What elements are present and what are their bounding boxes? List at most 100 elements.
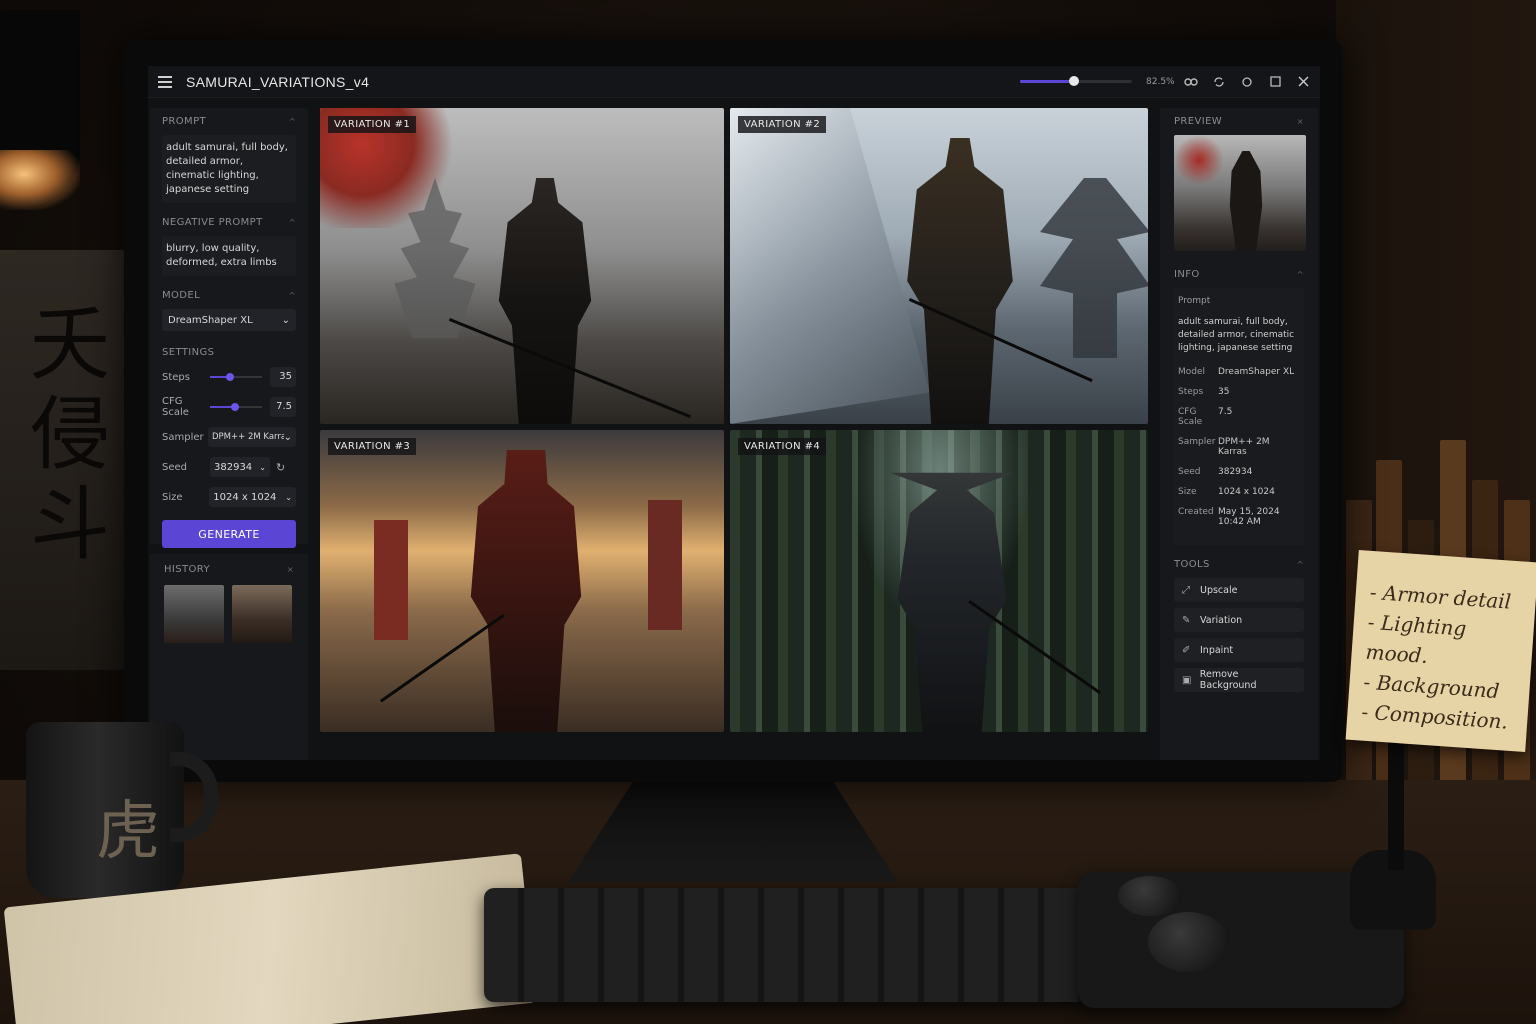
variation-icon: ✎ (1182, 614, 1191, 626)
remove-background-button[interactable]: ▣ Remove Background (1174, 668, 1304, 692)
variation-label: Variation (1200, 614, 1243, 626)
remove-background-label: Remove Background (1199, 669, 1257, 691)
size-row: Size 1024 x 1024 ⌄ (162, 486, 296, 508)
sampler-select-value: DPM++ 2M Karras (212, 432, 284, 442)
steps-value[interactable]: 35 (270, 367, 296, 387)
history-thumbnail[interactable] (232, 585, 292, 643)
chevron-down-icon: ⌄ (285, 492, 292, 502)
prompt-textarea[interactable]: adult samurai, full body, detailed armor… (162, 135, 296, 203)
restore-icon[interactable] (1240, 75, 1254, 89)
katana (968, 600, 1102, 695)
size-select[interactable]: 1024 x 1024 ⌄ (209, 487, 296, 507)
seed-input[interactable]: 382934 ⌄ (210, 457, 270, 477)
history-thumbnail[interactable] (164, 585, 224, 643)
prompt-section-head[interactable]: PROMPT ^ (162, 116, 296, 127)
variation-label: VARIATION #1 (328, 116, 417, 133)
cfg-value[interactable]: 7.5 (270, 397, 296, 417)
info-cfg-row: CFG Scale 7.5 (1178, 407, 1233, 427)
controller-knob (1118, 876, 1182, 916)
tools-section-head[interactable]: TOOLS ^ (1174, 559, 1304, 570)
cfg-slider-thumb[interactable] (231, 403, 239, 411)
negative-prompt-textarea[interactable]: blurry, low quality, deformed, extra lim… (162, 236, 296, 276)
close-icon[interactable]: × (287, 565, 294, 574)
sampler-label: Sampler (162, 431, 204, 443)
negative-prompt-section-head[interactable]: NEGATIVE PROMPT ^ (162, 217, 296, 228)
inpaint-button[interactable]: ✐ Inpaint (1174, 638, 1304, 662)
lamp-glow (0, 150, 80, 210)
collapse-icon[interactable]: ^ (1297, 560, 1304, 569)
randomize-seed-icon[interactable]: ↻ (276, 461, 285, 474)
close-icon[interactable] (1296, 75, 1310, 89)
size-label: Size (162, 491, 183, 503)
collapse-icon[interactable]: ^ (1297, 270, 1304, 279)
collapse-icon[interactable]: ^ (289, 218, 296, 227)
info-prompt-key: Prompt (1178, 296, 1211, 306)
cfg-row: CFG Scale 7.5 (162, 396, 296, 418)
link-icon[interactable] (1184, 75, 1198, 89)
prompt-heading: PROMPT (162, 116, 207, 127)
seed-label: Seed (162, 461, 187, 473)
info-sampler-row: Sampler DPM++ 2M Karras (1178, 437, 1270, 457)
variation-button[interactable]: ✎ Variation (1174, 608, 1304, 632)
variation-label: VARIATION #3 (328, 438, 417, 455)
model-select[interactable]: DreamShaper XL ⌄ (162, 309, 296, 331)
info-heading: INFO (1174, 269, 1200, 280)
steps-row: Steps 35 (162, 366, 296, 388)
seed-input-value: 382934 (214, 461, 253, 473)
zoom-slider-thumb[interactable] (1069, 76, 1079, 86)
zoom-slider[interactable] (1020, 76, 1132, 86)
collapse-icon[interactable]: ^ (289, 291, 296, 300)
remove-background-icon: ▣ (1182, 674, 1192, 686)
info-section-head[interactable]: INFO ^ (1174, 269, 1304, 280)
chevron-down-icon: ⌄ (281, 314, 290, 326)
variation-tile-2[interactable]: VARIATION #2 (730, 108, 1148, 424)
generate-button[interactable]: GENERATE (162, 520, 296, 548)
steps-slider-thumb[interactable] (226, 373, 234, 381)
close-icon[interactable]: × (1297, 117, 1304, 126)
war-banner (648, 500, 682, 630)
settings-section-head[interactable]: SETTINGS (162, 347, 296, 358)
app-window: SAMURAI_VARIATIONS_v4 82.5% PROMPT ^ adu… (148, 66, 1320, 760)
upscale-label: Upscale (1200, 584, 1238, 596)
variation-tile-3[interactable]: VARIATION #3 (320, 430, 724, 732)
cfg-label: CFG Scale (162, 396, 189, 418)
model-heading: MODEL (162, 290, 201, 301)
info-seed-row: Seed 382934 (1178, 467, 1253, 477)
inpaint-label: Inpaint (1200, 644, 1234, 656)
upscale-button[interactable]: ⤢ Upscale (1174, 578, 1304, 602)
steps-label: Steps (162, 371, 190, 383)
chevron-down-icon: ⌄ (283, 431, 292, 443)
chevron-down-icon: ⌄ (259, 462, 266, 472)
samurai-figure (498, 178, 592, 424)
variation-tile-1[interactable]: VARIATION #1 (320, 108, 724, 424)
menu-icon[interactable] (158, 75, 172, 88)
negative-prompt-heading: NEGATIVE PROMPT (162, 217, 263, 228)
seed-row: Seed 382934 ⌄ ↻ (162, 456, 296, 478)
info-created-row: Created May 15, 2024 10:42 AM (1178, 507, 1280, 527)
preview-image[interactable] (1174, 135, 1306, 251)
info-prompt-value: adult samurai, full body, detailed armor… (1178, 317, 1295, 353)
sampler-select[interactable]: DPM++ 2M Karras ⌄ (208, 427, 296, 447)
sync-icon[interactable] (1212, 75, 1226, 89)
model-section-head[interactable]: MODEL ^ (162, 290, 296, 301)
sampler-row: Sampler DPM++ 2M Karras ⌄ (162, 426, 296, 448)
controller-dial (1148, 912, 1228, 972)
zoom-label: 82.5% (1146, 76, 1175, 87)
variation-tile-4[interactable]: VARIATION #4 (730, 430, 1148, 732)
upscale-icon: ⤢ (1182, 584, 1190, 596)
right-panel: PREVIEW × INFO ^ Prompt adult samurai, f… (1160, 108, 1318, 760)
sticky-line: - Lighting mood. (1364, 609, 1468, 668)
info-model-row: Model DreamShaper XL (1178, 367, 1295, 377)
history-section-head[interactable]: HISTORY × (164, 564, 294, 575)
sticky-note: - Armor detail - Lighting mood. - Backgr… (1345, 549, 1536, 753)
preview-section-head[interactable]: PREVIEW × (1174, 116, 1304, 127)
keyboard (484, 888, 1090, 1002)
collapse-icon[interactable]: ^ (289, 117, 296, 126)
variation-grid: VARIATION #1 VARIATION #2 VARIATION #3 V… (320, 108, 1150, 736)
app-title: SAMURAI_VARIATIONS_v4 (186, 73, 370, 90)
steps-slider[interactable] (210, 373, 262, 381)
zoom-slider-fill (1020, 80, 1074, 83)
wall-calligraphy: 夭侵斗 (30, 298, 110, 571)
maximize-icon[interactable] (1268, 75, 1282, 89)
cfg-slider[interactable] (210, 403, 262, 411)
